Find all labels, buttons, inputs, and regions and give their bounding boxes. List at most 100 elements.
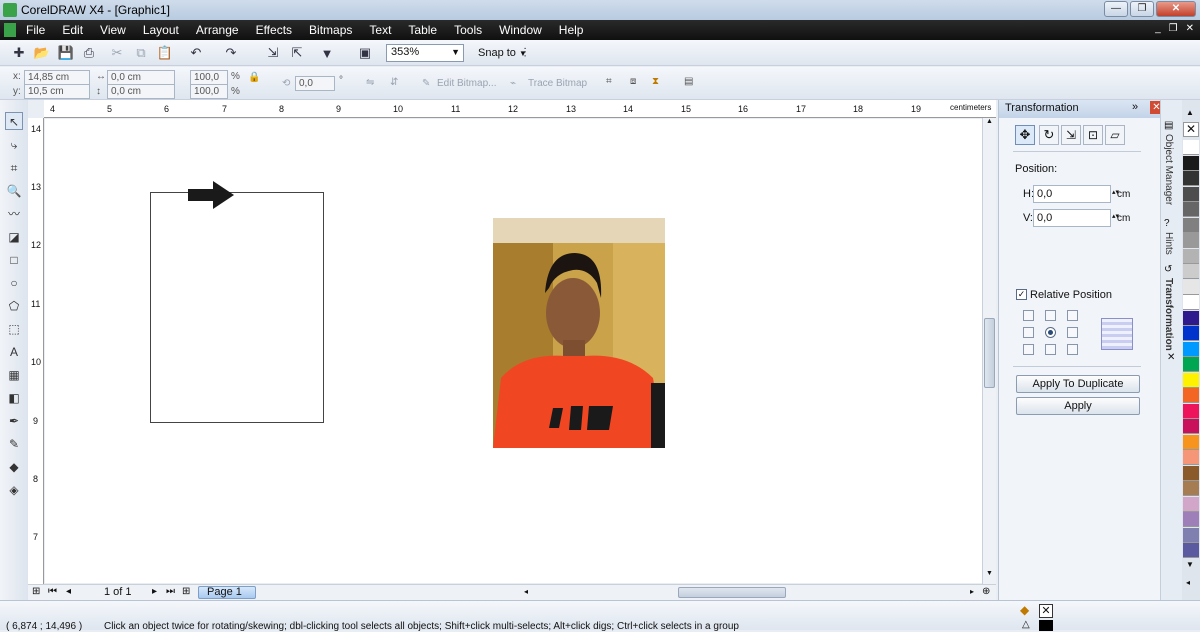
skew-mode-icon[interactable]: ▱: [1105, 125, 1125, 145]
cut-icon[interactable]: ✂: [108, 44, 126, 62]
outline-color-indicator[interactable]: [1039, 620, 1053, 631]
crop-tool-icon[interactable]: ⌗: [5, 159, 23, 177]
maximize-button[interactable]: ❐: [1130, 1, 1154, 17]
bitmap-photo-object[interactable]: [493, 218, 665, 448]
navigator-icon[interactable]: ⊕: [982, 586, 990, 597]
menu-text[interactable]: Text: [369, 23, 391, 37]
color-swatch[interactable]: [1183, 543, 1199, 558]
anchor-checkbox[interactable]: [1067, 327, 1078, 338]
scroll-up-icon[interactable]: ▲: [984, 118, 995, 130]
color-swatch[interactable]: [1183, 388, 1199, 403]
palette-scroll-down-icon[interactable]: ▼: [1186, 560, 1194, 569]
horizontal-scroll-thumb[interactable]: [678, 587, 786, 598]
menu-bitmaps[interactable]: Bitmaps: [309, 23, 352, 37]
insert-page-after-icon[interactable]: ⊞: [182, 586, 190, 597]
anchor-center-radio[interactable]: [1045, 327, 1056, 338]
doc-restore-button[interactable]: ❐: [1169, 23, 1178, 34]
previous-page-icon[interactable]: ◂: [66, 586, 71, 597]
fill-color-indicator[interactable]: ✕: [1039, 604, 1053, 618]
anchor-checkbox[interactable]: [1045, 344, 1056, 355]
menu-file[interactable]: File: [26, 23, 45, 37]
menu-view[interactable]: View: [100, 23, 126, 37]
anchor-checkbox[interactable]: [1067, 310, 1078, 321]
trace-bitmap-button[interactable]: Trace Bitmap: [528, 78, 587, 89]
apply-to-duplicate-button[interactable]: Apply To Duplicate: [1016, 375, 1140, 393]
menu-edit[interactable]: Edit: [62, 23, 83, 37]
position-mode-icon[interactable]: ✥: [1015, 125, 1035, 145]
application-launcher-icon[interactable]: ▼: [318, 44, 336, 62]
color-swatch[interactable]: [1183, 171, 1199, 186]
lock-ratio-icon[interactable]: 🔒: [248, 72, 260, 83]
h-position-field[interactable]: 0,0: [1033, 185, 1111, 203]
first-page-icon[interactable]: ⏮: [48, 586, 57, 597]
color-swatch[interactable]: [1183, 372, 1199, 388]
drawing-canvas[interactable]: [45, 119, 984, 583]
undo-icon[interactable]: ↶: [187, 44, 205, 62]
close-button[interactable]: ✕: [1156, 1, 1196, 17]
menu-layout[interactable]: Layout: [143, 23, 179, 37]
rotation-angle-field[interactable]: 0,0: [295, 76, 335, 91]
minimize-button[interactable]: —: [1104, 1, 1128, 17]
tab-hints[interactable]: Hints: [1163, 232, 1174, 255]
scroll-left-icon[interactable]: ◂: [524, 587, 528, 596]
color-swatch[interactable]: [1183, 295, 1199, 310]
close-tab-icon[interactable]: ✕: [1167, 352, 1175, 363]
last-page-icon[interactable]: ⏭: [166, 586, 175, 597]
anchor-checkbox[interactable]: [1023, 344, 1034, 355]
docker-expand-icon[interactable]: »: [1132, 101, 1138, 113]
rectangle-object[interactable]: [150, 192, 324, 423]
object-width-field[interactable]: 0,0 cm: [107, 70, 175, 85]
color-swatch[interactable]: [1183, 465, 1199, 481]
eyedropper-tool-icon[interactable]: ✒: [5, 412, 23, 430]
color-swatch[interactable]: [1183, 496, 1199, 512]
open-folder-icon[interactable]: 📂: [33, 44, 51, 62]
shape-tool-icon[interactable]: ⤷: [5, 136, 23, 154]
mirror-horizontal-icon[interactable]: ⇋: [366, 77, 374, 88]
zoom-level-select[interactable]: 353% ▼: [386, 44, 464, 62]
ellipse-tool-icon[interactable]: ○: [5, 274, 23, 292]
menu-window[interactable]: Window: [499, 23, 542, 37]
color-swatch[interactable]: [1183, 264, 1199, 279]
freehand-tool-icon[interactable]: 〰: [5, 205, 23, 223]
y-position-field[interactable]: 10,5 cm: [24, 84, 90, 99]
relative-position-checkbox[interactable]: ✓: [1016, 289, 1027, 300]
menu-effects[interactable]: Effects: [256, 23, 292, 37]
vertical-scroll-thumb[interactable]: [984, 318, 995, 388]
menu-tools[interactable]: Tools: [454, 23, 482, 37]
color-swatch[interactable]: [1183, 202, 1199, 217]
edit-bitmap-button[interactable]: Edit Bitmap...: [437, 78, 496, 89]
basic-shapes-tool-icon[interactable]: ⬚: [5, 320, 23, 338]
resample-icon[interactable]: ⧈: [630, 76, 636, 87]
v-position-field[interactable]: 0,0: [1033, 209, 1111, 227]
crop-bitmap-icon[interactable]: ⌗: [606, 76, 612, 87]
arrow-shape-object[interactable]: [188, 181, 236, 211]
redo-icon[interactable]: ↷: [222, 44, 240, 62]
color-swatch[interactable]: [1183, 450, 1199, 465]
wrap-text-icon[interactable]: ▤: [684, 76, 693, 87]
x-position-field[interactable]: 14,85 cm: [24, 70, 90, 85]
size-mode-icon[interactable]: ⊡: [1083, 125, 1103, 145]
welcome-screen-icon[interactable]: ▣: [356, 44, 374, 62]
color-swatch[interactable]: [1183, 419, 1199, 434]
page-tab[interactable]: Page 1: [198, 586, 256, 599]
zoom-tool-icon[interactable]: 🔍: [5, 182, 23, 200]
text-tool-icon[interactable]: A: [5, 343, 23, 361]
object-height-field[interactable]: 0,0 cm: [107, 84, 175, 99]
color-swatch[interactable]: [1183, 186, 1199, 202]
scroll-right-icon[interactable]: ▸: [970, 587, 974, 596]
tab-object-manager[interactable]: Object Manager: [1163, 134, 1174, 205]
polygon-tool-icon[interactable]: ⬠: [5, 297, 23, 315]
color-swatch[interactable]: [1183, 326, 1199, 341]
pick-tool-icon[interactable]: ↖: [5, 112, 23, 130]
vertical-scrollbar[interactable]: ▲ ▼: [982, 118, 996, 584]
color-swatch[interactable]: [1183, 481, 1199, 496]
color-swatch[interactable]: [1183, 248, 1199, 264]
table-tool-icon[interactable]: ▦: [5, 366, 23, 384]
anchor-point-grid[interactable]: [1023, 310, 1081, 356]
color-swatch[interactable]: [1183, 357, 1199, 372]
smart-fill-tool-icon[interactable]: ◪: [5, 228, 23, 246]
import-icon[interactable]: ⇲: [264, 44, 282, 62]
menu-help[interactable]: Help: [559, 23, 584, 37]
fill-tool-icon[interactable]: ◆: [5, 458, 23, 476]
insert-page-before-icon[interactable]: ⊞: [32, 586, 40, 597]
